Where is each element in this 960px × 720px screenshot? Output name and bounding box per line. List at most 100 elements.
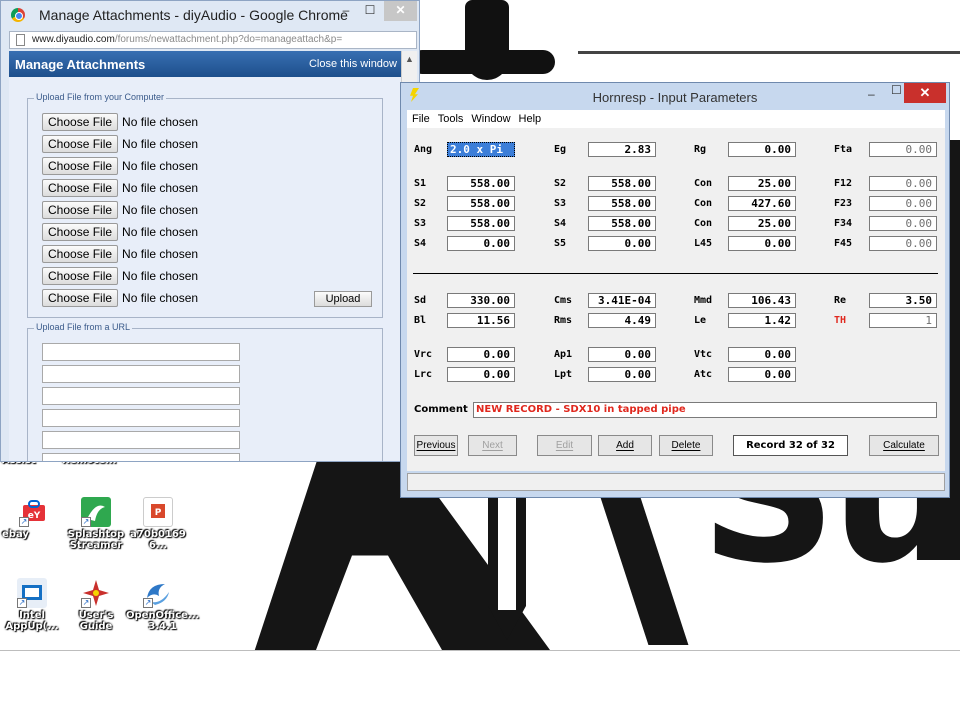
- file-input-row[interactable]: Choose File No file chosen: [42, 113, 198, 131]
- field-lrc[interactable]: 0.00: [447, 367, 515, 382]
- chrome-minimize-button[interactable]: –: [334, 1, 358, 21]
- upload-from-computer-legend: Upload File from your Computer: [34, 92, 167, 102]
- file-input-row[interactable]: Choose File No file chosen: [42, 201, 198, 219]
- field-th[interactable]: 1: [869, 313, 937, 328]
- desktop-icon-openoffice[interactable]: ↗ OpenOffice... 3.4.1: [126, 578, 199, 632]
- field-con-3[interactable]: 25.00: [728, 216, 796, 231]
- file-input-row[interactable]: Choose File No file chosen: [42, 267, 198, 285]
- choose-file-button[interactable]: Choose File: [42, 289, 119, 307]
- label-ang: Ang: [414, 144, 433, 155]
- field-con-2[interactable]: 427.60: [728, 196, 796, 211]
- menu-help[interactable]: Help: [519, 110, 542, 128]
- choose-file-button[interactable]: Choose File: [42, 135, 119, 153]
- field-s3-segment3[interactable]: 558.00: [447, 216, 515, 231]
- field-eg[interactable]: 2.83: [588, 142, 656, 157]
- field-s1[interactable]: 558.00: [447, 176, 515, 191]
- field-con-1[interactable]: 25.00: [728, 176, 796, 191]
- label-s2: S2: [414, 198, 427, 209]
- delete-button[interactable]: Delete: [659, 435, 713, 456]
- chrome-window[interactable]: Manage Attachments - diyAudio - Google C…: [0, 0, 420, 462]
- url-input[interactable]: [42, 453, 240, 461]
- chrome-titlebar[interactable]: Manage Attachments - diyAudio - Google C…: [1, 1, 419, 29]
- hornresp-minimize-button[interactable]: –: [868, 87, 875, 101]
- field-vtc[interactable]: 0.00: [728, 347, 796, 362]
- previous-button[interactable]: Previous: [414, 435, 458, 456]
- hornresp-window[interactable]: Hornresp - Input Parameters – ☐ ✕ File To…: [400, 82, 950, 498]
- comment-field[interactable]: NEW RECORD - SDX10 in tapped pipe: [473, 402, 937, 418]
- field-ap1[interactable]: 0.00: [588, 347, 656, 362]
- edit-button[interactable]: Edit: [537, 435, 592, 456]
- choose-file-button[interactable]: Choose File: [42, 245, 119, 263]
- url-input[interactable]: [42, 365, 240, 383]
- chrome-address-bar[interactable]: www.diyaudio.com/forums/newattachment.ph…: [9, 31, 417, 49]
- field-vrc[interactable]: 0.00: [447, 347, 515, 362]
- desktop-icon-label: Intel AppUp(...: [5, 610, 59, 632]
- label-rg: Rg: [694, 144, 707, 155]
- chrome-logo-icon: [11, 8, 25, 22]
- field-fta[interactable]: 0.00: [869, 142, 937, 157]
- field-bl[interactable]: 11.56: [447, 313, 515, 328]
- no-file-chosen-label: No file chosen: [122, 181, 199, 195]
- label-s3: S3: [414, 218, 427, 229]
- field-s5[interactable]: 0.00: [588, 236, 656, 251]
- next-button[interactable]: Next: [468, 435, 517, 456]
- menu-file[interactable]: File: [412, 110, 430, 128]
- label-s4: S4: [554, 218, 567, 229]
- url-input[interactable]: [42, 387, 240, 405]
- file-input-row[interactable]: Choose File No file chosen: [42, 179, 198, 197]
- file-input-row[interactable]: Choose File No file chosen: [42, 289, 198, 307]
- desktop-icon-intel[interactable]: ↗ Intel AppUp(...: [0, 578, 64, 632]
- chrome-maximize-button[interactable]: ☐: [358, 1, 382, 21]
- field-l45[interactable]: 0.00: [728, 236, 796, 251]
- field-le[interactable]: 1.42: [728, 313, 796, 328]
- menu-tools[interactable]: Tools: [438, 110, 464, 128]
- field-mmd[interactable]: 106.43: [728, 293, 796, 308]
- field-s2[interactable]: 558.00: [588, 176, 656, 191]
- desktop-icon-ebay[interactable]: eY ↗ ebay: [2, 497, 66, 540]
- choose-file-button[interactable]: Choose File: [42, 223, 119, 241]
- close-window-link[interactable]: Close this window: [309, 58, 397, 70]
- field-atc[interactable]: 0.00: [728, 367, 796, 382]
- field-re[interactable]: 3.50: [869, 293, 937, 308]
- label-s3: S3: [554, 198, 567, 209]
- field-ang[interactable]: 2.0 x Pi: [447, 142, 515, 157]
- url-input[interactable]: [42, 409, 240, 427]
- field-cms[interactable]: 3.41E-04: [588, 293, 656, 308]
- hornresp-close-button[interactable]: ✕: [904, 83, 946, 103]
- desktop-icon-pdf[interactable]: P a70b0169 6...: [126, 497, 190, 551]
- file-input-row[interactable]: Choose File No file chosen: [42, 135, 198, 153]
- file-input-row[interactable]: Choose File No file chosen: [42, 157, 198, 175]
- desktop-icon-users-guide[interactable]: ↗ User's Guide: [64, 578, 128, 632]
- file-input-row[interactable]: Choose File No file chosen: [42, 245, 198, 263]
- add-button[interactable]: Add: [598, 435, 652, 456]
- chrome-close-button[interactable]: ✕: [384, 1, 417, 21]
- field-lpt[interactable]: 0.00: [588, 367, 656, 382]
- field-rms[interactable]: 4.49: [588, 313, 656, 328]
- choose-file-button[interactable]: Choose File: [42, 201, 119, 219]
- choose-file-button[interactable]: Choose File: [42, 267, 119, 285]
- upload-button[interactable]: Upload: [314, 291, 372, 307]
- field-s2-segment2[interactable]: 558.00: [447, 196, 515, 211]
- scroll-up-arrow-icon[interactable]: ▲: [405, 54, 414, 64]
- url-input[interactable]: [42, 431, 240, 449]
- hornresp-titlebar[interactable]: Hornresp - Input Parameters – ☐ ✕: [401, 83, 949, 111]
- file-input-row[interactable]: Choose File No file chosen: [42, 223, 198, 241]
- menu-window[interactable]: Window: [471, 110, 510, 128]
- calculate-button[interactable]: Calculate: [869, 435, 939, 456]
- field-s4-segment4[interactable]: 0.00: [447, 236, 515, 251]
- field-f23[interactable]: 0.00: [869, 196, 937, 211]
- url-input[interactable]: [42, 343, 240, 361]
- field-rg[interactable]: 0.00: [728, 142, 796, 157]
- choose-file-button[interactable]: Choose File: [42, 113, 119, 131]
- field-f34[interactable]: 0.00: [869, 216, 937, 231]
- field-f45[interactable]: 0.00: [869, 236, 937, 251]
- field-sd[interactable]: 330.00: [447, 293, 515, 308]
- label-s4: S4: [414, 238, 427, 249]
- choose-file-button[interactable]: Choose File: [42, 179, 119, 197]
- hornresp-maximize-button[interactable]: ☐: [891, 83, 902, 97]
- field-f12[interactable]: 0.00: [869, 176, 937, 191]
- field-s3[interactable]: 558.00: [588, 196, 656, 211]
- choose-file-button[interactable]: Choose File: [42, 157, 119, 175]
- field-s4[interactable]: 558.00: [588, 216, 656, 231]
- desktop-icon-splashtop[interactable]: ↗ Splashtop Streamer: [64, 497, 128, 551]
